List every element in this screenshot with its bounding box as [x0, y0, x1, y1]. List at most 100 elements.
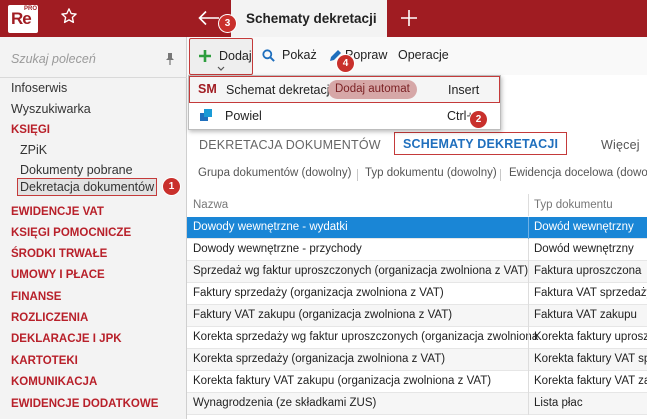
sidebar-divider [0, 77, 187, 78]
sidebar-item-deklaracje-i-jpk[interactable]: DEKLARACJE I JPK [11, 333, 122, 345]
column-divider [528, 305, 529, 327]
cell-typ: Korekta faktury VAT za [534, 375, 647, 387]
table-row[interactable]: Korekta sprzedaży wg faktur uproszczonyc… [187, 327, 647, 349]
callout-2: 2 [470, 111, 487, 128]
sidebar-item-rozliczenia[interactable]: ROZLICZENIA [11, 312, 88, 324]
column-divider [528, 217, 529, 239]
sidebar-item-ksiegi[interactable]: KSIĘGI [11, 124, 50, 136]
filter-divider [357, 169, 358, 181]
table-row[interactable]: Korekta faktury VAT zakupu (organizacja … [187, 371, 647, 393]
top-bar: Re PRO Schematy dekretacji [0, 0, 647, 37]
sidebar-item-wyszukiwarka[interactable]: Wyszukiwarka [11, 102, 91, 116]
filter-ewidencja-docelowa[interactable]: Ewidencja docelowa (dowo [509, 167, 647, 179]
duplicate-icon [200, 109, 212, 121]
logo-sup: PRO [23, 6, 37, 12]
grid-header: Nazwa Typ dokumentu [187, 194, 647, 216]
menu-item-label: Powiel [225, 109, 262, 123]
column-header-nazwa[interactable]: Nazwa [193, 199, 228, 211]
app-logo[interactable]: Re PRO [8, 5, 38, 33]
logo-text: Re [11, 9, 32, 28]
menu-item-powiel[interactable]: Powiel Ctrl+ [189, 103, 500, 130]
cell-nazwa: Korekta sprzedaży wg faktur uproszczonyc… [193, 331, 539, 343]
filter-grupa-dokumentow[interactable]: Grupa dokumentów (dowolny) [198, 167, 351, 179]
operations-button[interactable]: Operacje [398, 48, 449, 62]
sidebar-item-ewidencje-dodatkowe[interactable]: EWIDENCJE DODATKOWE [11, 398, 158, 410]
add-button[interactable]: Dodaj [189, 38, 253, 75]
table-row[interactable]: Korekta sprzedaży (organizacja zwolniona… [187, 349, 647, 371]
cell-nazwa: Wynagrodzenia (ze składkami ZUS) [193, 397, 377, 409]
new-tab-plus-icon[interactable] [400, 9, 418, 27]
cell-nazwa: Dowody wewnętrzne - przychody [193, 243, 362, 255]
filter-divider [500, 169, 501, 181]
show-button[interactable]: Pokaż [262, 37, 320, 75]
cell-nazwa: Korekta sprzedaży (organizacja zwolniona… [193, 353, 446, 365]
column-divider [528, 283, 529, 305]
tab-more[interactable]: Więcej [601, 138, 640, 152]
plus-icon [199, 50, 211, 62]
table-row[interactable]: Sprzedaż wg faktur uproszczonych (organi… [187, 261, 647, 283]
table-row[interactable]: Faktury VAT zakupu (organizacja zwolnion… [187, 305, 647, 327]
column-divider [528, 194, 529, 216]
sidebar-item-srodki-trwale[interactable]: ŚRODKI TRWAŁE [11, 248, 107, 260]
table-row[interactable]: Dowody wewnętrzne - przychody Dowód wewn… [187, 239, 647, 261]
menu-item-schemat-dekretacji[interactable]: SM Schemat dekretacji Dodaj automat Inse… [189, 76, 500, 103]
tab-schematy-dekretacji[interactable]: SCHEMATY DEKRETACJI [394, 132, 568, 155]
table-row[interactable]: Dowody wewnętrzne - wydatki Dowód wewnęt… [187, 217, 647, 239]
filter-typ-dokumentu[interactable]: Typ dokumentu (dowolny) [365, 167, 497, 179]
cell-nazwa: Korekta faktury VAT zakupu (organizacja … [193, 375, 492, 387]
column-divider [528, 349, 529, 371]
cell-nazwa: Dowody wewnętrzne - wydatki [193, 221, 348, 233]
cell-typ: Dowód wewnętrzny [534, 221, 634, 233]
cell-nazwa: Faktury VAT zakupu (organizacja zwolnion… [193, 309, 453, 321]
back-arrow-icon[interactable] [198, 10, 220, 26]
column-divider [528, 327, 529, 349]
schemat-prefix: SM [198, 82, 217, 96]
column-divider [528, 239, 529, 261]
sidebar-item-komunikacja[interactable]: KOMUNIKACJA [11, 376, 97, 388]
tab-schematy-dekretacji[interactable]: Schematy dekretacji [231, 0, 387, 37]
sidebar-item-infoserwis[interactable]: Infoserwis [11, 81, 67, 95]
sidebar-item-ewidencje-vat[interactable]: EWIDENCJE VAT [11, 206, 104, 218]
cell-typ: Faktura VAT sprzedaży [534, 287, 647, 299]
cell-typ: Lista płac [534, 397, 583, 409]
cell-typ: Korekta faktury VAT sp [534, 353, 647, 365]
filter-bar: Grupa dokumentów (dowolny) Typ dokumentu… [187, 163, 647, 185]
column-header-typ-dokumentu[interactable]: Typ dokumentu [534, 199, 613, 211]
sidebar: Szukaj poleceń Infoserwis Wyszukiwarka K… [0, 37, 187, 419]
sidebar-item-dokumenty-pobrane[interactable]: Dokumenty pobrane [20, 163, 133, 177]
callout-3: 3 [219, 15, 236, 32]
cell-typ: Faktura VAT zakupu [534, 309, 637, 321]
callout-4: 4 [337, 55, 354, 72]
command-search[interactable]: Szukaj poleceń [0, 45, 187, 73]
cell-nazwa: Sprzedaż wg faktur uproszczonych (organi… [193, 265, 529, 277]
show-button-label: Pokaż [282, 48, 317, 62]
tab-dekretacja-dokumentow[interactable]: DEKRETACJA DOKUMENTÓW [199, 138, 381, 152]
star-icon[interactable] [60, 7, 78, 25]
column-divider [528, 371, 529, 393]
callout-1: 1 [163, 178, 180, 195]
view-tabs: DEKRETACJA DOKUMENTÓW SCHEMATY DEKRETACJ… [187, 131, 647, 159]
cell-nazwa: Faktury sprzedaży (organizacja zwolniona… [193, 287, 444, 299]
column-divider [528, 261, 529, 283]
table-row[interactable]: Faktury sprzedaży (organizacja zwolniona… [187, 283, 647, 305]
table-row[interactable]: Wynagrodzenia (ze składkami ZUS) Lista p… [187, 393, 647, 415]
sidebar-item-kartoteki[interactable]: KARTOTEKI [11, 355, 78, 367]
add-button-label: Dodaj [219, 49, 252, 63]
cell-typ: Faktura uproszczona [534, 265, 642, 277]
sidebar-item-umowy-i-place[interactable]: UMOWY I PŁACE [11, 269, 105, 281]
sidebar-item-ksiegi-pomocnicze[interactable]: KSIĘGI POMOCNICZE [11, 227, 131, 239]
search-icon [262, 49, 275, 62]
sidebar-item-finanse[interactable]: FINANSE [11, 291, 61, 303]
add-dropdown-menu: SM Schemat dekretacji Dodaj automat Inse… [188, 75, 501, 130]
pin-icon[interactable] [164, 52, 176, 66]
edit-button[interactable]: Popraw [328, 37, 388, 75]
sidebar-item-zpik[interactable]: ZPiK [20, 143, 47, 157]
sidebar-item-dekretacja-dokumentow[interactable]: Dekretacja dokumentów [16, 178, 158, 196]
search-input[interactable]: Szukaj poleceń [11, 52, 96, 66]
add-automat-badge[interactable]: Dodaj automat [328, 80, 417, 99]
cell-typ: Korekta faktury uprosz [534, 331, 647, 343]
column-divider [528, 393, 529, 415]
cell-typ: Dowód wewnętrzny [534, 243, 634, 255]
menu-item-shortcut: Insert [448, 83, 480, 97]
chevron-down-icon [217, 66, 225, 71]
